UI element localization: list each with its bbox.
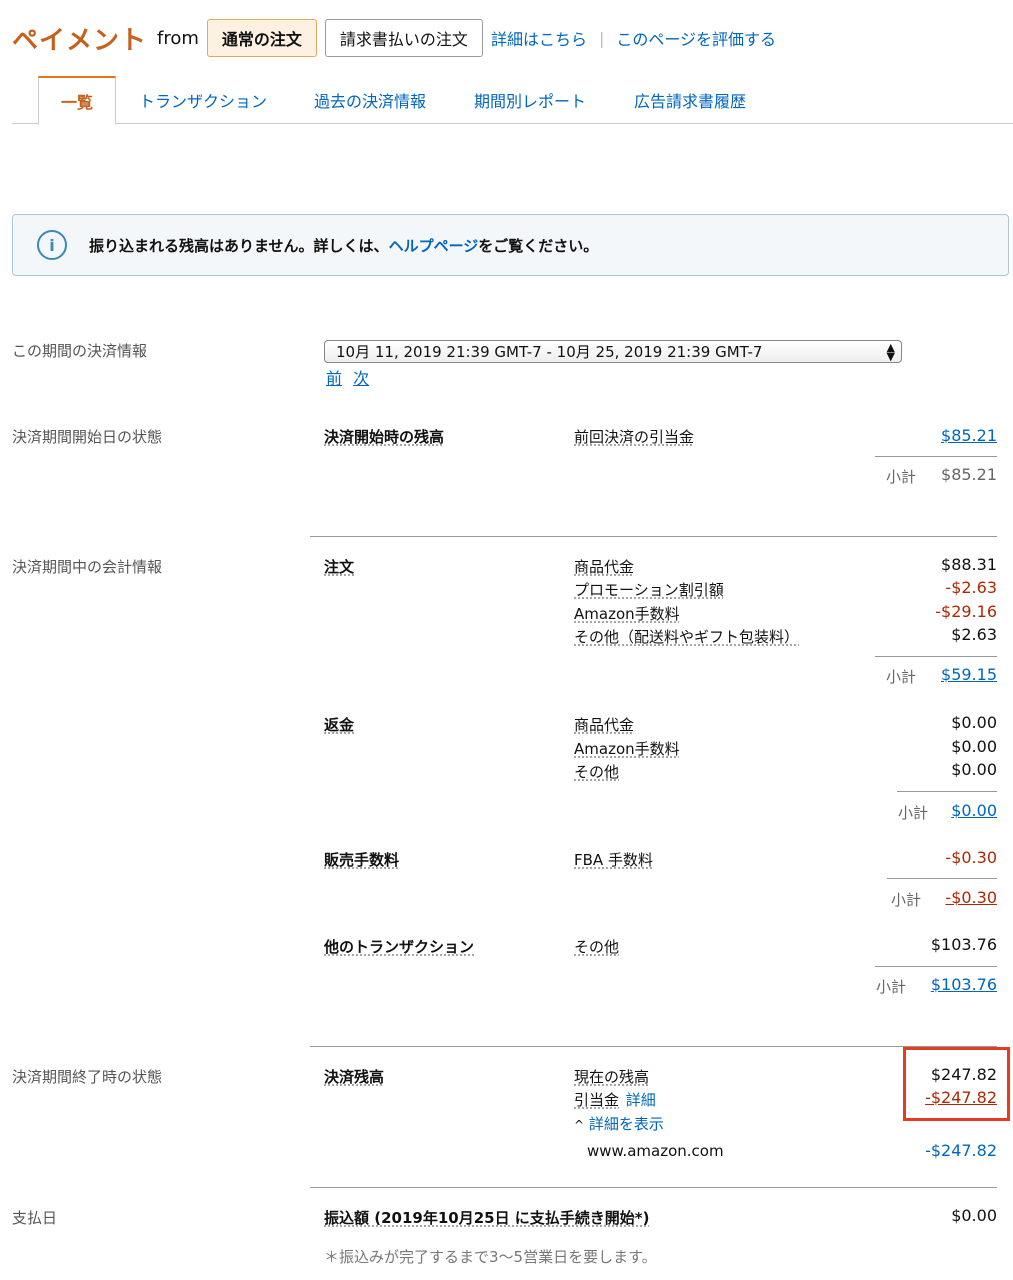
info-banner: i 振り込まれる残高はありません。詳しくは、ヘルプページをご覧ください。: [12, 214, 1009, 276]
page-title: ペイメント: [12, 25, 148, 56]
tab-bar: 一覧 トランザクション 過去の決済情報 期間別レポート 広告請求書履歴: [12, 76, 1013, 125]
regular-orders-button[interactable]: 通常の注文: [206, 19, 317, 57]
info-icon: i: [37, 230, 67, 260]
divider: [887, 878, 997, 879]
tab-summary[interactable]: 一覧: [38, 76, 116, 125]
section-end: 決済期間終了時の状態: [12, 1068, 163, 1086]
orders-item-promotion: プロモーション割引額: [574, 581, 724, 599]
invoice-orders-button[interactable]: 請求書払いの注文: [324, 19, 483, 57]
tab-transactions[interactable]: トランザクション: [139, 76, 267, 124]
prev-period-link[interactable]: 前: [326, 369, 342, 388]
orders-product-amount: $88.31: [941, 555, 997, 574]
group-opening-balance: 決済開始時の残高: [324, 428, 445, 446]
refunds-item-amazon-fees: Amazon手数料: [574, 740, 680, 758]
fees-fba-amount: -$0.30: [945, 848, 997, 867]
select-arrows-icon: ▲ ▼: [886, 341, 895, 363]
orders-promotion-amount: -$2.63: [945, 578, 997, 597]
period-select[interactable]: 10月 11, 2019 21:39 GMT-7 - 10月 25, 2019 …: [324, 340, 902, 363]
show-details-toggle[interactable]: ^ 詳細を表示: [574, 1113, 664, 1134]
fees-item-fba: FBA 手数料: [574, 851, 653, 869]
rate-page-link[interactable]: このページを評価する: [616, 26, 776, 50]
section-start: 決済期間開始日の状態: [12, 428, 163, 446]
divider: [875, 966, 997, 967]
section-payment-date: 支払日: [12, 1209, 58, 1227]
next-period-link[interactable]: 次: [353, 369, 369, 388]
group-settlement-balance: 決済残高: [324, 1068, 385, 1086]
from-label: from: [157, 27, 199, 49]
other-amount: $103.76: [930, 935, 997, 954]
refunds-amazon-fees-amount: $0.00: [951, 737, 997, 756]
tab-period-reports[interactable]: 期間別レポート: [474, 76, 586, 124]
transfer-amount-label: 振込額 (2019年10月25日 に支払手続き開始*): [324, 1209, 650, 1227]
group-selling-fees: 販売手数料: [324, 851, 400, 869]
transfer-amount: $0.00: [951, 1206, 997, 1225]
section-divider: [310, 1187, 997, 1188]
group-other-transactions: 他のトランザクション: [324, 938, 475, 956]
start-subtotal: $85.21: [941, 465, 997, 484]
section-divider: [310, 536, 997, 537]
highlight-box: [903, 1047, 1010, 1121]
chevron-up-icon: ^: [574, 1118, 585, 1132]
refunds-item-product: 商品代金: [574, 716, 635, 734]
orders-item-product: 商品代金: [574, 558, 635, 576]
group-refunds: 返金: [324, 716, 355, 734]
divider: [875, 456, 997, 457]
orders-amazon-fees-amount: -$29.16: [935, 602, 997, 621]
previous-reserve-amount[interactable]: $85.21: [941, 426, 997, 445]
info-text-before: 振り込まれる残高はありません。詳しくは、: [89, 236, 389, 255]
divider: [897, 791, 997, 792]
orders-item-amazon-fees: Amazon手数料: [574, 605, 680, 623]
reserve-detail-link[interactable]: 詳細: [626, 1091, 656, 1109]
tab-past-settlements[interactable]: 過去の決済情報: [314, 76, 426, 124]
help-page-link[interactable]: ヘルプページ: [389, 237, 479, 255]
section-during: 決済期間中の会計情報: [12, 558, 163, 576]
transfer-note: ＊振込みが完了するまで3〜5営業日を要します。: [324, 1248, 657, 1266]
item-current-balance: 現在の残高: [574, 1068, 650, 1086]
info-message: 振り込まれる残高はありません。詳しくは、ヘルプページをご覧ください。: [89, 235, 598, 256]
period-select-value: 10月 11, 2019 21:39 GMT-7 - 10月 25, 2019 …: [336, 343, 763, 361]
orders-item-other: その他（配送料やギフト包装料）: [574, 628, 800, 646]
item-reserve: 引当金: [574, 1091, 620, 1109]
period-label: この期間の決済情報: [12, 342, 148, 360]
tab-ad-invoice-history[interactable]: 広告請求書履歴: [634, 76, 746, 124]
item-previous-reserve: 前回決済の引当金: [574, 428, 695, 446]
refunds-subtotal[interactable]: $0.00: [951, 801, 997, 820]
group-orders: 注文: [324, 558, 355, 576]
refunds-other-amount: $0.00: [951, 760, 997, 779]
show-details-label: 詳細を表示: [588, 1115, 664, 1133]
header-separator: |: [598, 28, 605, 48]
divider: [875, 656, 997, 657]
details-link[interactable]: 詳細はこちら: [491, 26, 587, 50]
marketplace-amount: -$247.82: [925, 1141, 997, 1160]
page-header: ペイメント from 通常の注文 請求書払いの注文 詳細はこちら | このページ…: [12, 16, 776, 60]
fees-subtotal[interactable]: -$0.30: [945, 888, 997, 907]
orders-other-amount: $2.63: [951, 625, 997, 644]
section-divider: [310, 1046, 997, 1047]
refunds-item-other: その他: [574, 763, 620, 781]
refunds-product-amount: $0.00: [951, 713, 997, 732]
info-text-after: をご覧ください。: [478, 236, 599, 255]
marketplace-site: www.amazon.com: [587, 1142, 724, 1160]
other-subtotal[interactable]: $103.76: [931, 975, 997, 994]
orders-subtotal[interactable]: $59.15: [941, 665, 997, 684]
other-item: その他: [574, 938, 620, 956]
